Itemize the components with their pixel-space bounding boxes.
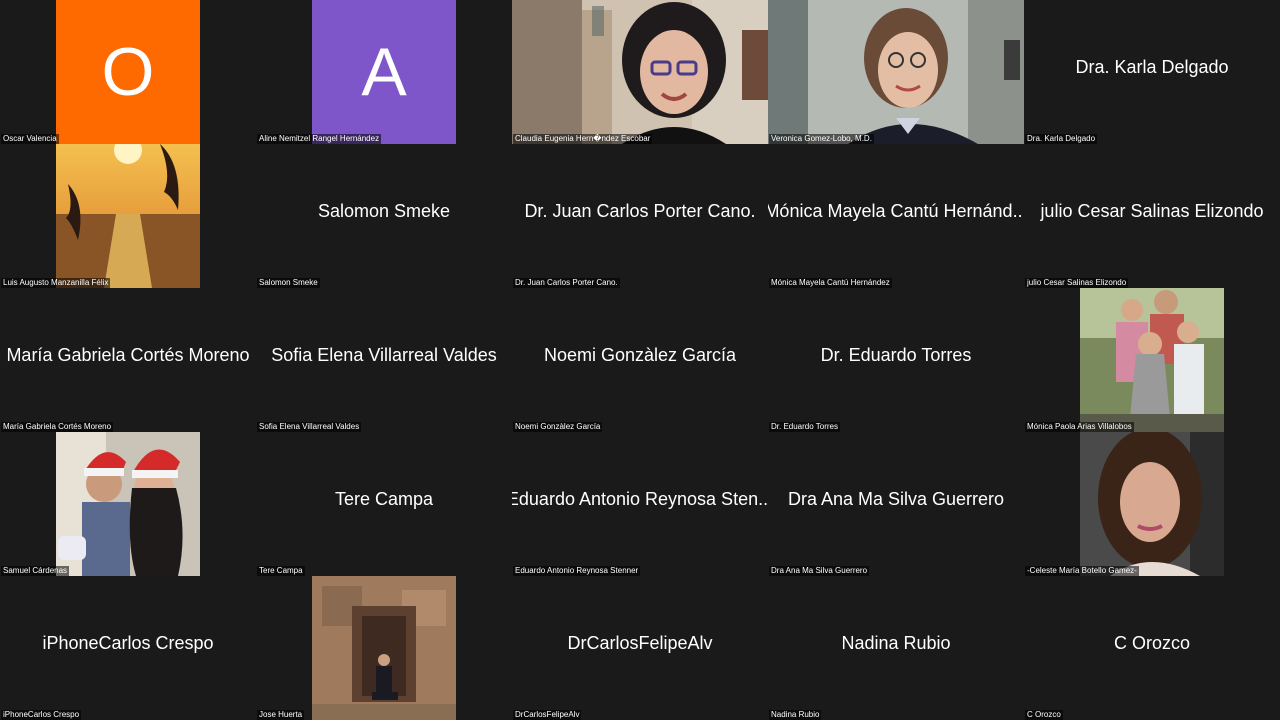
profile-photo-man-stone-ruins — [312, 576, 456, 720]
participant-tile-ana-silva[interactable]: Dra Ana Ma Silva Guerrero Dra Ana Ma Sil… — [768, 432, 1024, 576]
participant-label: DrCarlosFelipeAlv — [513, 710, 582, 720]
participant-name: Tere Campa — [334, 488, 434, 509]
profile-photo-dolphins-sunset — [56, 144, 200, 288]
participant-tile-samuel-cardenas[interactable]: Samuel Cárdenas — [0, 432, 256, 576]
participant-tile-veronica-gomez-lobo[interactable]: Veronica Gomez-Lobo, M.D. — [768, 0, 1024, 144]
participant-tile-tere-campa[interactable]: Tere Campa Tere Campa — [256, 432, 512, 576]
participant-name: Noemi Gonzàlez García — [543, 344, 737, 365]
participant-label: Samuel Cárdenas — [1, 566, 70, 576]
participant-tile-noemi-gonzalez[interactable]: Noemi Gonzàlez García Noemi Gonzàlez Gar… — [512, 288, 768, 432]
participant-tile-aline-rangel[interactable]: A Aline Nemitzel Rangel Hernández — [256, 0, 512, 144]
participant-tile-julio-salinas[interactable]: julio Cesar Salinas Elizondo julio Cesar… — [1024, 144, 1280, 288]
avatar-purple: A — [312, 0, 456, 144]
participant-tile-eduardo-torres[interactable]: Dr. Eduardo Torres Dr. Eduardo Torres — [768, 288, 1024, 432]
avatar-letter: O — [101, 34, 155, 110]
participant-tile-salomon-smeke[interactable]: Salomon Smeke Salomon Smeke — [256, 144, 512, 288]
participant-label: julio Cesar Salinas Elizondo — [1025, 278, 1129, 288]
participant-tile-monica-cantu[interactable]: Mónica Mayela Cantú Hernánd... Mónica Ma… — [768, 144, 1024, 288]
participant-name: Dr. Eduardo Torres — [820, 344, 972, 365]
participant-name: Mónica Mayela Cantú Hernánd... — [768, 200, 1024, 221]
participant-tile-eduardo-reynosa[interactable]: Eduardo Antonio Reynosa Sten... Eduardo … — [512, 432, 768, 576]
participant-tile-monica-arias[interactable]: Mónica Paola Arias Villalobos — [1024, 288, 1280, 432]
participant-tile-claudia-hernandez[interactable]: Claudia Eugenia Hern�ndez Escobar — [512, 0, 768, 144]
participant-label: Dra. Karla Delgado — [1025, 134, 1098, 144]
participant-label: Veronica Gomez-Lobo, M.D. — [769, 134, 874, 144]
participant-name: DrCarlosFelipeAlv — [567, 632, 713, 653]
participant-name: iPhoneCarlos Crespo — [42, 632, 214, 653]
participant-tile-oscar-valencia[interactable]: O Oscar Valencia — [0, 0, 256, 144]
participant-label: Salomon Smeke — [257, 278, 320, 288]
participant-label: María Gabriela Cortés Moreno — [1, 422, 114, 432]
participant-tile-jose-huerta[interactable]: Jose Huerta — [256, 576, 512, 720]
avatar-orange: O — [56, 0, 200, 144]
participant-tile-celeste-botello[interactable]: -Celeste María Botello Gamez- — [1024, 432, 1280, 576]
participant-label: Dr. Juan Carlos Porter Cano. — [513, 278, 620, 288]
participant-tile-drcarlosfelipealv[interactable]: DrCarlosFelipeAlv DrCarlosFelipeAlv — [512, 576, 768, 720]
participant-tile-c-orozco[interactable]: C Orozco C Orozco — [1024, 576, 1280, 720]
profile-photo-couple-santa-hats — [56, 432, 200, 576]
participant-tile-maria-cortes[interactable]: María Gabriela Cortés Moreno María Gabri… — [0, 288, 256, 432]
participant-label: Mónica Paola Arias Villalobos — [1025, 422, 1134, 432]
video-feed-woman-office — [768, 0, 1024, 144]
participant-label: Dr. Eduardo Torres — [769, 422, 840, 432]
participant-label: iPhoneCarlos Crespo — [1, 710, 82, 720]
participant-name: Dra Ana Ma Silva Guerrero — [787, 488, 1005, 509]
participant-name: Eduardo Antonio Reynosa Sten... — [512, 488, 768, 509]
participant-tile-iphone-carlos-crespo[interactable]: iPhoneCarlos Crespo iPhoneCarlos Crespo — [0, 576, 256, 720]
participant-label: Claudia Eugenia Hern�ndez Escobar — [513, 134, 653, 144]
participant-tile-juan-carlos-porter[interactable]: Dr. Juan Carlos Porter Cano. Dr. Juan Ca… — [512, 144, 768, 288]
participant-label: Sofia Elena Villarreal Valdes — [257, 422, 362, 432]
participant-tile-luis-manzanilla[interactable]: Luis Augusto Manzanilla Félix — [0, 144, 256, 288]
participant-label: Dra Ana Ma Silva Guerrero — [769, 566, 870, 576]
participant-label: Luis Augusto Manzanilla Félix — [1, 278, 111, 288]
participant-name: Nadina Rubio — [841, 632, 951, 653]
participant-label: -Celeste María Botello Gamez- — [1025, 566, 1139, 576]
participant-name: Dr. Juan Carlos Porter Cano. — [524, 200, 756, 221]
participant-name: María Gabriela Cortés Moreno — [6, 344, 250, 365]
participant-name: julio Cesar Salinas Elizondo — [1040, 200, 1264, 221]
participant-gallery: O Oscar Valencia A Aline Nemitzel Rangel… — [0, 0, 1280, 720]
video-feed-woman-glasses — [512, 0, 768, 144]
participant-name: C Orozco — [1113, 632, 1191, 653]
participant-name: Dra. Karla Delgado — [1075, 56, 1229, 77]
participant-label: Jose Huerta — [257, 710, 305, 720]
participant-name: Salomon Smeke — [317, 200, 451, 221]
avatar-letter: A — [361, 34, 407, 110]
participant-tile-karla-delgado[interactable]: Dra. Karla Delgado Dra. Karla Delgado — [1024, 0, 1280, 144]
participant-label: Tere Campa — [257, 566, 305, 576]
participant-label: Nadina Rubio — [769, 710, 822, 720]
profile-photo-woman-selfie — [1080, 432, 1224, 576]
participant-label: Eduardo Antonio Reynosa Stenner — [513, 566, 641, 576]
participant-label: Oscar Valencia — [1, 134, 59, 144]
participant-label: C Orozco — [1025, 710, 1063, 720]
profile-photo-family — [1080, 288, 1224, 432]
participant-label: Noemi Gonzàlez García — [513, 422, 603, 432]
participant-tile-nadina-rubio[interactable]: Nadina Rubio Nadina Rubio — [768, 576, 1024, 720]
participant-label: Mónica Mayela Cantú Hernández — [769, 278, 892, 288]
participant-name: Sofia Elena Villarreal Valdes — [271, 344, 497, 365]
participant-label: Aline Nemitzel Rangel Hernández — [257, 134, 382, 144]
participant-tile-sofia-villarreal[interactable]: Sofia Elena Villarreal Valdes Sofia Elen… — [256, 288, 512, 432]
